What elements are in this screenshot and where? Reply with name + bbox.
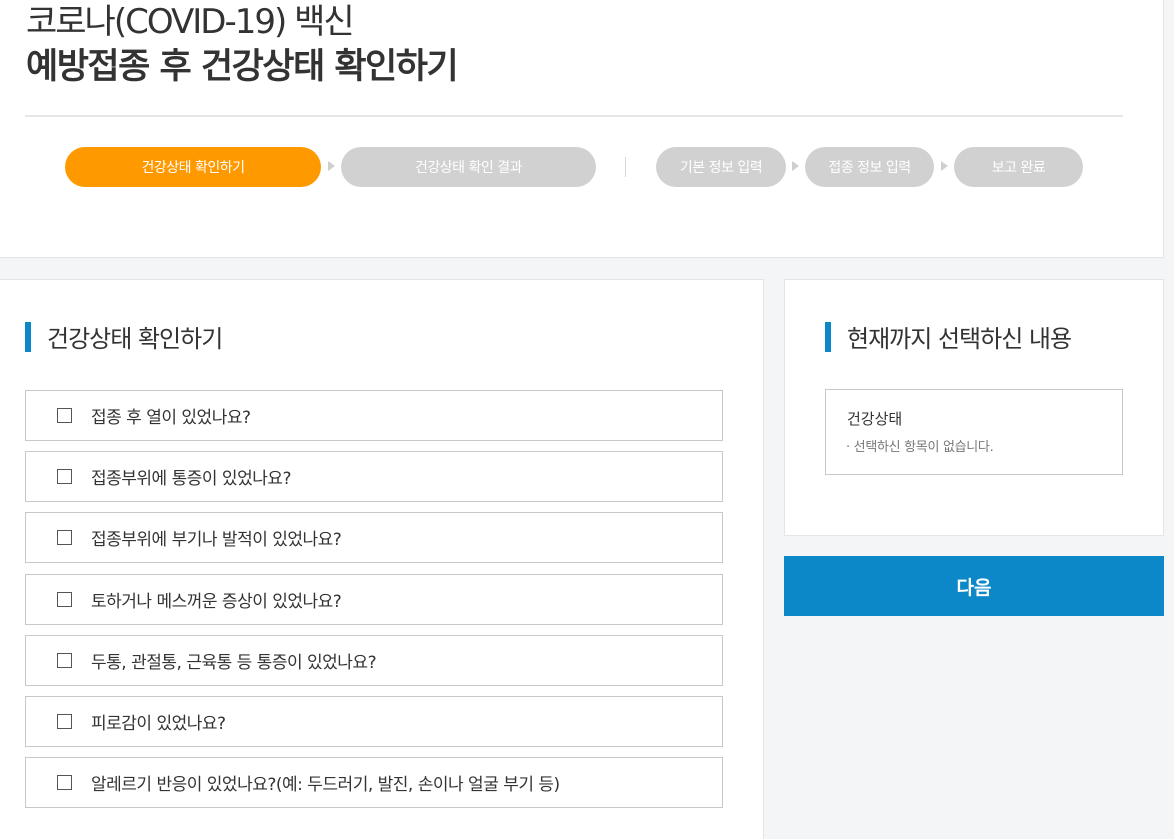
checkbox-icon[interactable]: [57, 469, 72, 484]
question-label: 두통, 관절통, 근육통 등 통증이 있었나요?: [91, 653, 377, 673]
checkbox-icon[interactable]: [57, 530, 72, 545]
question-swelling-redness[interactable]: 접종부위에 부기나 발적이 있었나요?: [25, 512, 723, 563]
question-label: 알레르기 반응이 있었나요?(예: 두드러기, 발진, 손이나 얼굴 부기 등): [91, 775, 560, 795]
heading-bar: [825, 321, 831, 352]
step-divider: [625, 157, 626, 177]
question-label: 토하거나 메스꺼운 증상이 있었나요?: [91, 592, 342, 612]
checkbox-icon[interactable]: [57, 408, 72, 423]
step-basic-info: 기본 정보 입력: [656, 147, 786, 187]
checkbox-icon[interactable]: [57, 714, 72, 729]
title-divider: [25, 115, 1123, 117]
step-health-check: 건강상태 확인하기: [65, 147, 321, 187]
question-fever[interactable]: 접종 후 열이 있었나요?: [25, 390, 723, 441]
question-allergy[interactable]: 알레르기 반응이 있었나요?(예: 두드러기, 발진, 손이나 얼굴 부기 등): [25, 757, 723, 808]
next-button[interactable]: 다음: [784, 556, 1164, 616]
step-health-result: 건강상태 확인 결과: [341, 147, 596, 187]
checkbox-icon[interactable]: [57, 775, 72, 790]
step-arrow-icon: [941, 161, 948, 171]
question-fatigue[interactable]: 피로감이 있었나요?: [25, 696, 723, 747]
selection-summary-panel: 현재까지 선택하신 내용 건강상태 · 선택하신 항목이 없습니다.: [784, 279, 1164, 536]
checkbox-icon[interactable]: [57, 592, 72, 607]
step-report-complete: 보고 완료: [954, 147, 1083, 187]
step-vaccination-info: 접종 정보 입력: [805, 147, 934, 187]
page-subtitle: 코로나(COVID-19) 백신: [26, 2, 355, 42]
section-heading: 건강상태 확인하기: [25, 319, 223, 354]
summary-category: 건강상태: [847, 410, 903, 428]
question-label: 접종 후 열이 있었나요?: [91, 408, 251, 428]
summary-box: 건강상태 · 선택하신 항목이 없습니다.: [825, 389, 1123, 475]
heading-bar: [25, 321, 31, 352]
step-arrow-icon: [792, 161, 799, 171]
question-body-pain[interactable]: 두통, 관절통, 근육통 등 통증이 있었나요?: [25, 635, 723, 686]
summary-empty-text: · 선택하신 항목이 없습니다.: [846, 440, 994, 455]
question-nausea[interactable]: 토하거나 메스꺼운 증상이 있었나요?: [25, 574, 723, 625]
page-header: 코로나(COVID-19) 백신 예방접종 후 건강상태 확인하기 건강상태 확…: [0, 0, 1164, 258]
page-title: 예방접종 후 건강상태 확인하기: [26, 47, 459, 87]
checkbox-icon[interactable]: [57, 653, 72, 668]
question-injection-pain[interactable]: 접종부위에 통증이 있었나요?: [25, 451, 723, 502]
question-label: 접종부위에 통증이 있었나요?: [91, 469, 292, 489]
summary-heading: 현재까지 선택하신 내용: [825, 319, 1072, 354]
step-arrow-icon: [328, 161, 335, 171]
section-title: 건강상태 확인하기: [47, 325, 223, 353]
summary-title: 현재까지 선택하신 내용: [847, 325, 1072, 353]
question-label: 피로감이 있었나요?: [91, 714, 226, 734]
health-check-panel: 건강상태 확인하기 접종 후 열이 있었나요? 접종부위에 통증이 있었나요? …: [0, 279, 764, 839]
question-label: 접종부위에 부기나 발적이 있었나요?: [91, 530, 342, 550]
